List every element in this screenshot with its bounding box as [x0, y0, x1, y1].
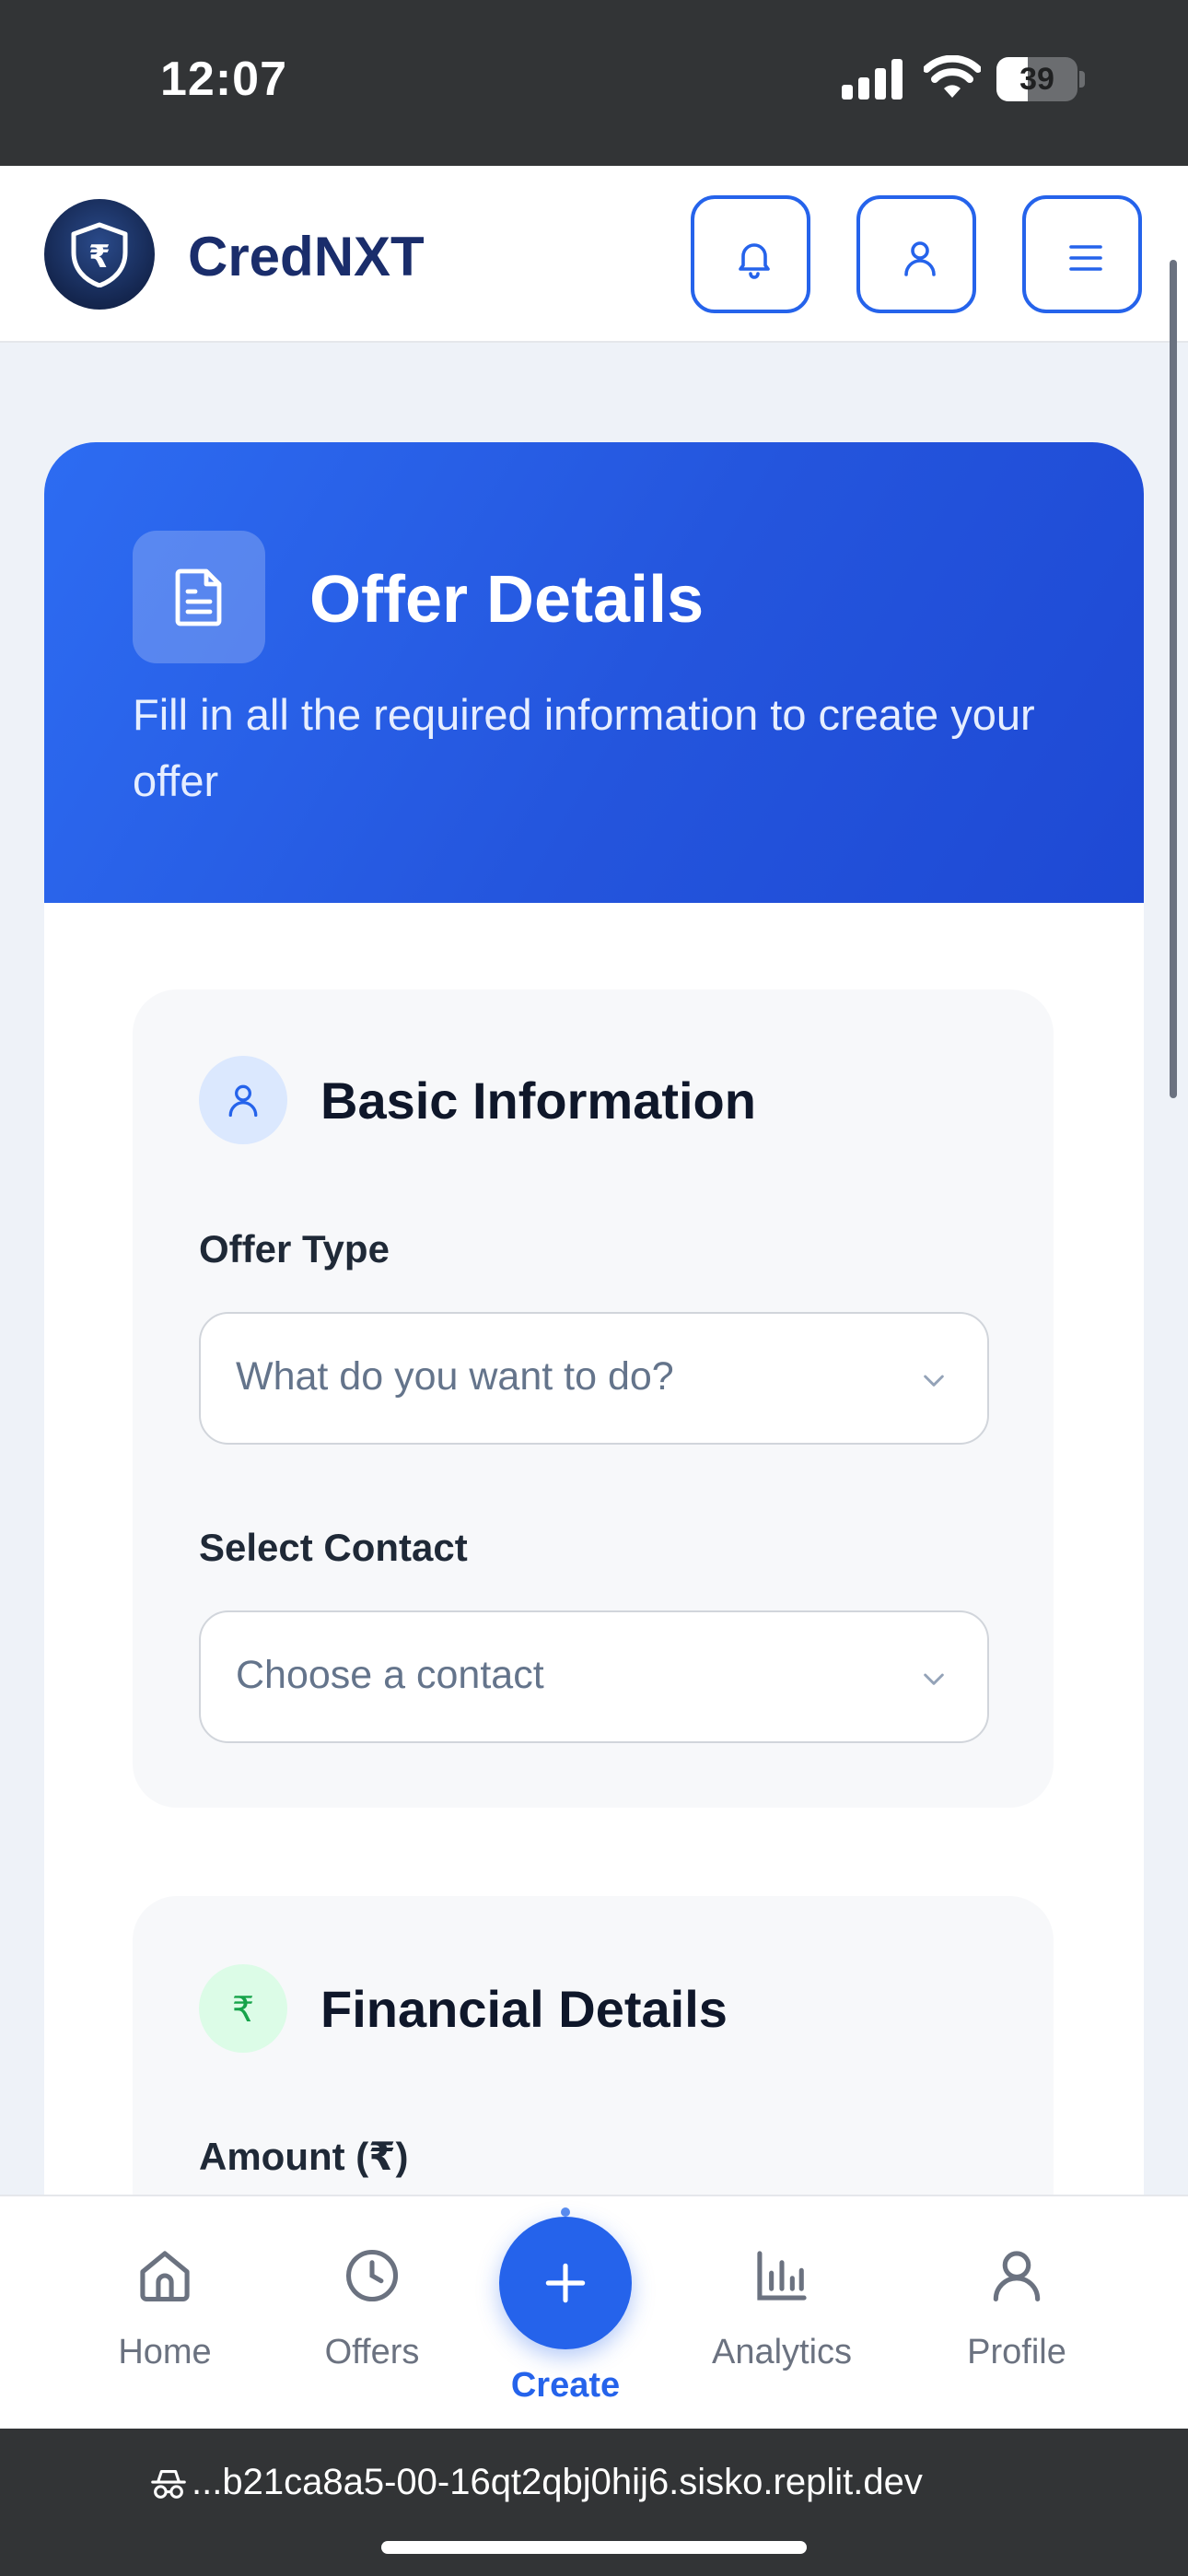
notifications-button[interactable]: [691, 195, 810, 313]
battery-icon: 39: [996, 57, 1085, 101]
bell-icon: [739, 243, 770, 279]
offer-type-placeholder: What do you want to do?: [236, 1354, 674, 1399]
app-header: [0, 166, 1188, 343]
basic-info-icon-badge: [199, 1056, 287, 1144]
active-indicator-dot: [561, 2207, 570, 2217]
home-indicator[interactable]: [381, 2541, 807, 2554]
nav-offers[interactable]: Offers: [271, 2244, 473, 2401]
status-time: 12:07: [160, 53, 287, 106]
svg-text:₹: ₹: [88, 239, 111, 275]
offer-type-select[interactable]: What do you want to do?: [199, 1312, 989, 1445]
basic-information-title: Basic Information: [320, 1071, 756, 1130]
svg-text:₹: ₹: [232, 1989, 254, 2029]
battery-level: 39: [1019, 62, 1054, 97]
create-offer-button[interactable]: [499, 2217, 632, 2349]
clock-icon: [345, 2249, 399, 2302]
wifi-icon: [924, 55, 981, 98]
shield-rupee-icon: ₹: [71, 222, 128, 287]
contact-select[interactable]: Choose a contact: [199, 1610, 989, 1743]
url-text[interactable]: ...b21ca8a5-00-16qt2qbj0hij6.sisko.repli…: [192, 2462, 923, 2503]
offer-details-hero: [44, 442, 1144, 903]
nav-profile-label: Profile: [967, 2333, 1066, 2371]
nav-analytics[interactable]: Analytics: [681, 2244, 883, 2401]
chevron-down-icon: [924, 1673, 944, 1685]
nav-home[interactable]: Home: [64, 2244, 266, 2401]
crednxt-logo[interactable]: ₹: [44, 199, 155, 310]
account-button[interactable]: [856, 195, 976, 313]
nav-profile[interactable]: Profile: [915, 2244, 1118, 2401]
rupee-icon: ₹: [232, 1989, 254, 2029]
amount-label: Amount (₹): [199, 2135, 409, 2178]
hamburger-menu-icon: [1069, 245, 1102, 271]
document-icon: [175, 568, 222, 626]
user-icon: [228, 1084, 258, 1118]
contact-placeholder: Choose a contact: [236, 1653, 544, 1697]
financial-icon-badge: ₹: [199, 1964, 287, 2053]
nav-home-label: Home: [118, 2333, 212, 2371]
user-icon: [904, 241, 936, 276]
offer-type-label: Offer Type: [199, 1227, 390, 1270]
nav-analytics-label: Analytics: [711, 2333, 853, 2371]
home-icon: [140, 2251, 190, 2302]
cellular-signal-icon: [842, 59, 903, 100]
chevron-down-icon: [924, 1375, 944, 1387]
hero-icon-tile: [133, 531, 265, 663]
nav-create-label[interactable]: Create: [464, 2366, 667, 2406]
menu-button[interactable]: [1022, 195, 1142, 313]
user-icon: [993, 2251, 1041, 2302]
select-contact-label: Select Contact: [199, 1526, 468, 1569]
page-subtitle: Fill in all the required information to …: [133, 690, 1035, 805]
bar-chart-icon: [757, 2251, 807, 2301]
page-title: Offer Details: [309, 563, 705, 637]
page-scrollbar[interactable]: [1170, 260, 1177, 1098]
brand-name: CredNXT: [188, 226, 425, 287]
nav-offers-label: Offers: [324, 2333, 420, 2371]
plus-icon: [545, 2263, 586, 2303]
incognito-icon: [151, 2470, 186, 2499]
financial-details-title: Financial Details: [320, 1980, 728, 2038]
